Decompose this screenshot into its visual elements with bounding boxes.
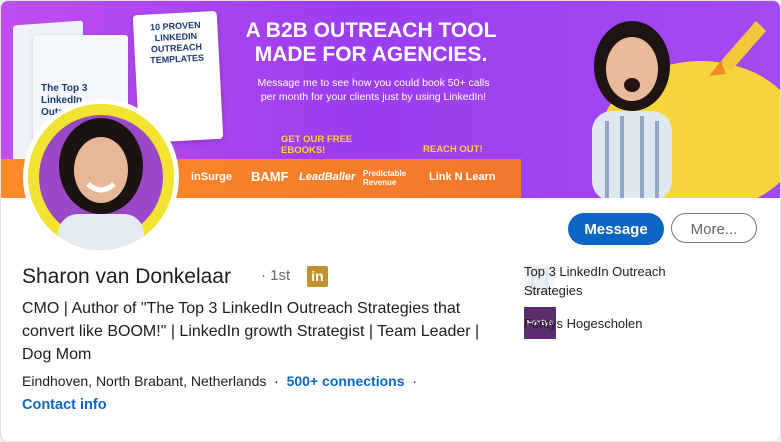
- partner-logo: BAMF: [251, 169, 289, 184]
- avatar[interactable]: [28, 104, 174, 250]
- connections-link[interactable]: 500+ connections: [287, 373, 405, 389]
- message-button[interactable]: Message: [568, 213, 664, 245]
- profile-card: The Top 3 LinkedIn Outreach 10 PROVEN LI…: [0, 0, 781, 442]
- banner-person-image: [592, 21, 672, 198]
- separator-dot: ·: [270, 373, 287, 389]
- profile-photo: [28, 104, 174, 250]
- profile-headline: CMO | Author of "The Top 3 LinkedIn Outr…: [22, 300, 480, 363]
- education-item-top3[interactable]: Top 3 LinkedIn Outreach Strategies: [524, 262, 724, 300]
- linkedin-premium-icon: in: [307, 266, 328, 287]
- profile-location-row: Eindhoven, North Brabant, Netherlands · …: [22, 373, 417, 389]
- ebook-main-title: 10 PROVEN LINKEDIN OUTREACH TEMPLATES: [149, 19, 205, 66]
- banner-subtext: Message me to see how you could book 50+…: [257, 77, 490, 103]
- partner-logo: Predictable Revenue: [363, 169, 407, 187]
- separator-dot: ·: [408, 373, 417, 389]
- profile-name: Sharon van Donkelaar: [22, 265, 231, 288]
- profile-location: Eindhoven, North Brabant, Netherlands: [22, 373, 267, 389]
- partner-logo: Link N Learn: [429, 171, 496, 183]
- education-item-fontys[interactable]: Fontys Hogescholen: [524, 314, 643, 333]
- partner-logo: LeadBaller: [299, 171, 356, 183]
- banner-cta-ebooks: GET OUR FREE EBOOKS!: [281, 134, 353, 156]
- banner-headline: A B2B OUTREACH TOOL MADE FOR AGENCIES.: [245, 19, 497, 66]
- more-button[interactable]: More...: [671, 213, 757, 243]
- rocket-icon: [709, 21, 766, 76]
- partner-logo: inSurge: [191, 171, 232, 183]
- banner-cta-reach: REACH OUT!: [423, 144, 483, 155]
- contact-info-link[interactable]: Contact info: [22, 397, 107, 413]
- connection-degree: · 1st: [261, 267, 291, 284]
